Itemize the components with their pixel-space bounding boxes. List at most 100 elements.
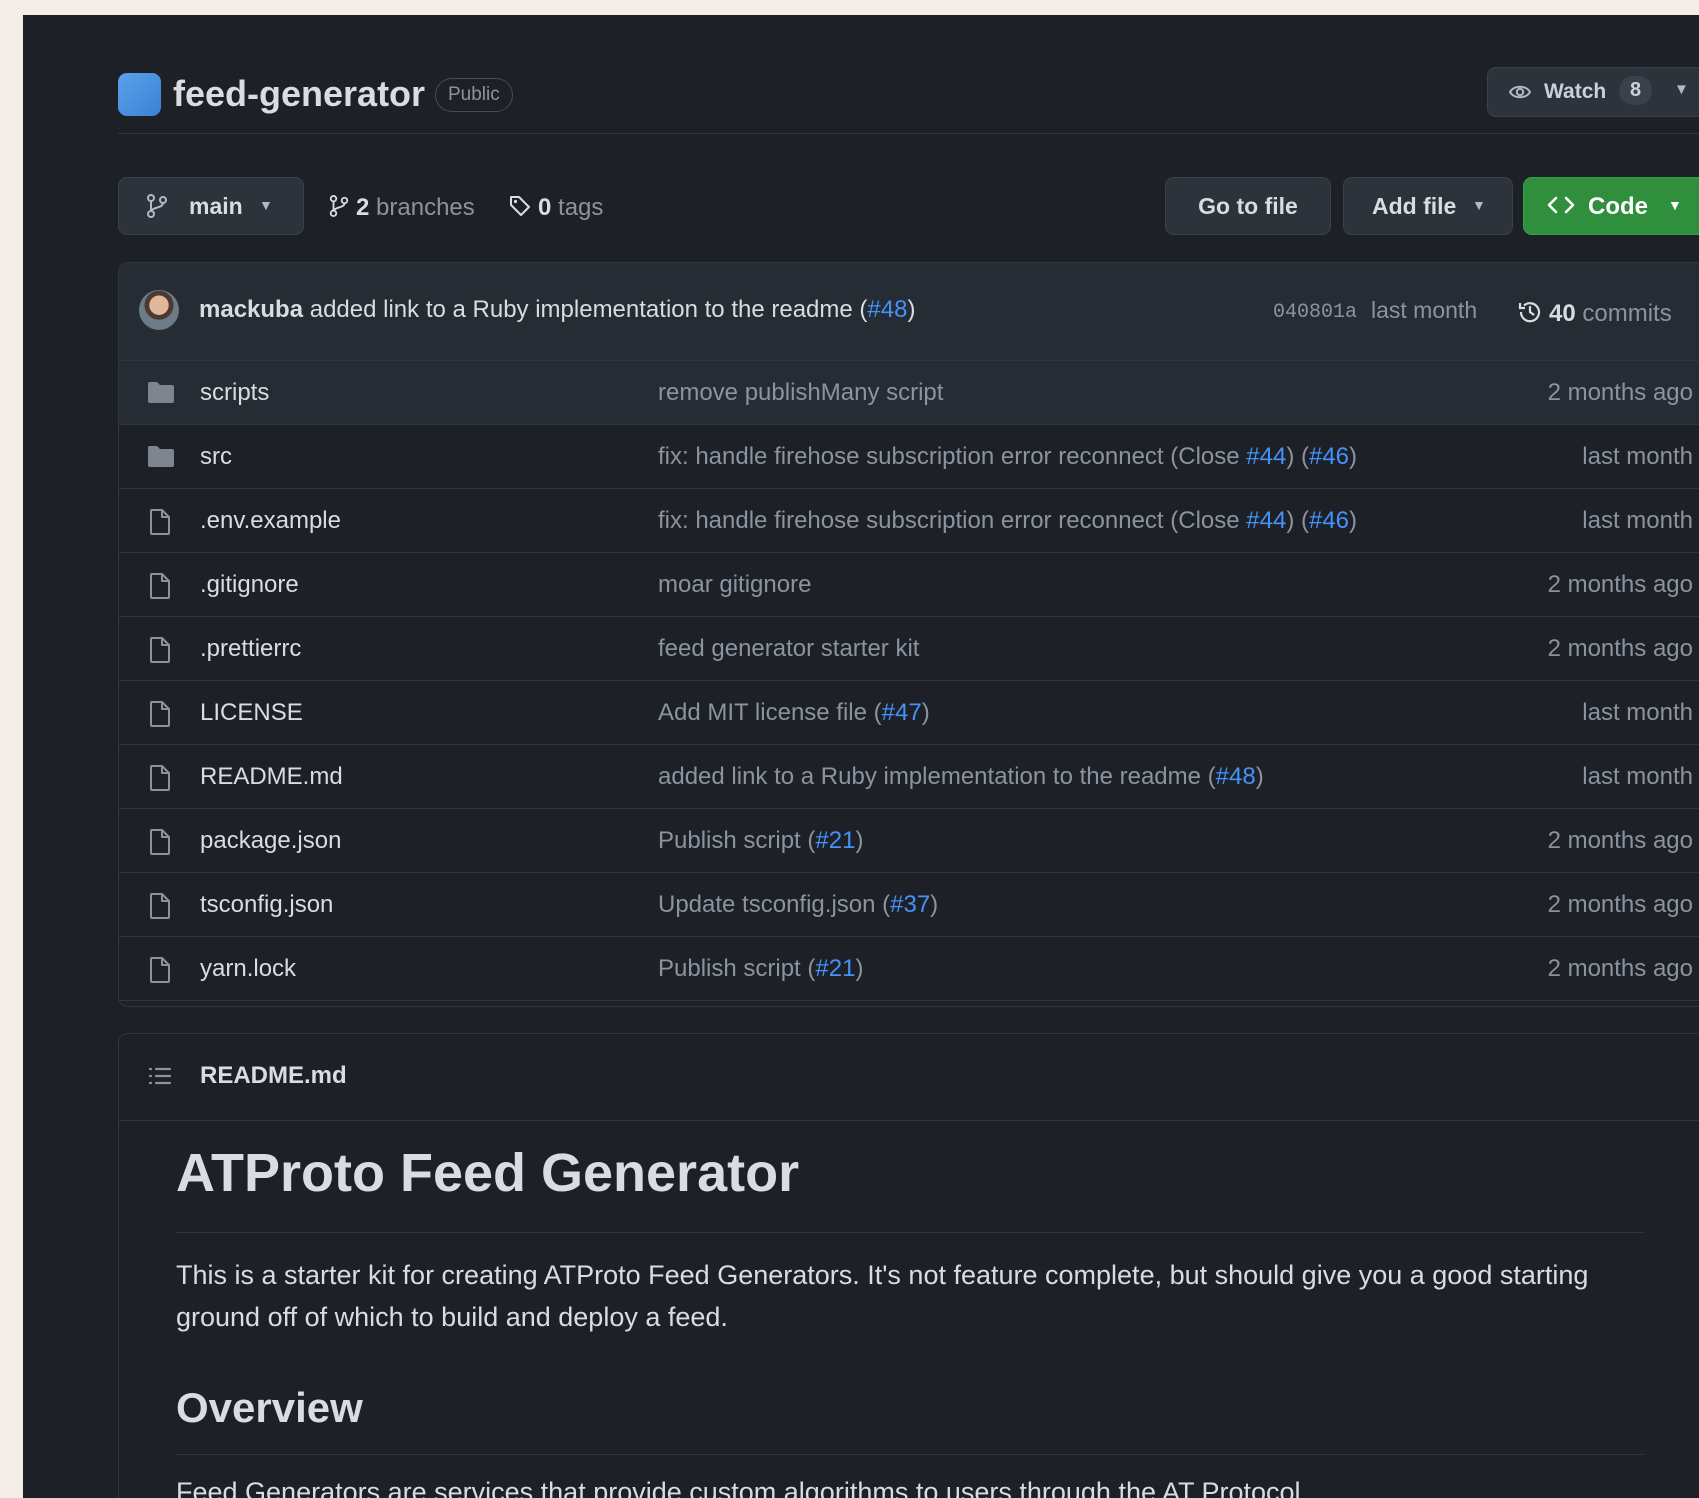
eye-icon [1508, 81, 1532, 109]
file-row[interactable]: .gitignore moar gitignore 2 months ago [119, 553, 1699, 617]
file-name[interactable]: .prettierrc [200, 635, 301, 663]
commit-link[interactable]: fix: handle firehose subscription error … [658, 507, 1246, 534]
file-icon [147, 572, 173, 605]
pr-link[interactable]: #48 [1216, 763, 1256, 790]
readme-divider [176, 1454, 1644, 1455]
visibility-badge: Public [435, 78, 513, 112]
file-commit-message: feed generator starter kit [658, 635, 919, 663]
watch-count: 8 [1619, 76, 1653, 105]
watch-button[interactable]: Watch 8 ▼ [1487, 67, 1699, 117]
msg-text: ) [930, 891, 939, 918]
commit-author[interactable]: mackuba [199, 296, 303, 323]
repo-header: feed-generator Public Watch 8 ▼ [118, 43, 1699, 117]
msg-text: ) [1255, 763, 1264, 790]
commit-sha[interactable]: 040801a [1273, 301, 1357, 324]
pr-link[interactable]: #21 [815, 955, 855, 982]
file-icon [147, 956, 173, 989]
commit-text[interactable]: added link to a Ruby implementation to t… [310, 296, 853, 323]
commit-link[interactable]: Update tsconfig.json ( [658, 891, 890, 918]
pr-link[interactable]: #44 [1246, 507, 1286, 534]
readme-filename[interactable]: README.md [200, 1062, 347, 1090]
commit-link[interactable]: Add MIT license file ( [658, 699, 882, 726]
commit-pr-link[interactable]: #48 [867, 296, 907, 323]
file-name[interactable]: src [200, 443, 232, 471]
file-icon [147, 892, 173, 925]
pr-link[interactable]: #47 [882, 699, 922, 726]
msg-text: ) [1349, 507, 1358, 534]
file-row[interactable]: package.json Publish script (#21) 2 months… [119, 809, 1699, 873]
caret-down-icon: ▼ [259, 197, 273, 213]
pr-link[interactable]: #46 [1309, 507, 1349, 534]
file-row[interactable]: scripts remove publishMany script 2 months… [119, 361, 1699, 425]
pr-link[interactable]: #44 [1246, 443, 1286, 470]
tag-icon [508, 196, 532, 224]
readme-title: ATProto Feed Generator [176, 1143, 800, 1203]
branch-name: main [189, 193, 243, 219]
commit-message: mackuba added link to a Ruby implementat… [199, 296, 915, 324]
repo-page: feed-generator Public Watch 8 ▼ main ▼ 2… [23, 15, 1699, 1498]
pr-link[interactable]: #46 [1309, 443, 1349, 470]
go-to-file-button[interactable]: Go to file [1165, 177, 1331, 235]
commit-link[interactable]: fix: handle firehose subscription error … [658, 443, 1246, 470]
file-name[interactable]: .gitignore [200, 571, 299, 599]
file-row[interactable]: src fix: handle firehose subscription err… [119, 425, 1699, 489]
msg-text: ) [855, 955, 864, 982]
file-commit-message: Update tsconfig.json (#37) [658, 891, 938, 919]
pr-link[interactable]: #37 [890, 891, 930, 918]
commits-link[interactable]: 40 commits [1517, 295, 1672, 328]
file-commit-message: fix: handle firehose subscription error … [658, 443, 1357, 471]
file-row[interactable]: LICENSE Add MIT license file (#47) last mo… [119, 681, 1699, 745]
file-row[interactable]: .env.example fix: handle firehose subscri… [119, 489, 1699, 553]
file-commit-message: moar gitignore [658, 571, 811, 599]
file-age: last month [1582, 507, 1693, 534]
commit-link[interactable]: added link to a Ruby implementation to t… [658, 763, 1216, 790]
branch-selector[interactable]: main ▼ [118, 177, 304, 235]
commit-link[interactable]: feed generator starter kit [658, 635, 919, 662]
repo-owner-avatar[interactable] [118, 73, 161, 116]
file-age: 2 months ago [1547, 571, 1693, 598]
branches-count: 2 [356, 194, 370, 221]
file-name[interactable]: .env.example [200, 507, 341, 535]
file-name[interactable]: package.json [200, 827, 341, 855]
file-age: 2 months ago [1547, 827, 1693, 854]
file-icon [147, 764, 173, 797]
readme-header: README.md [119, 1034, 1699, 1121]
file-name[interactable]: yarn.lock [200, 955, 296, 983]
file-icon [147, 700, 173, 733]
branches-link[interactable]: 2 branches [328, 191, 475, 222]
branches-label: branches [376, 194, 475, 221]
readme-overview-text: Feed Generators are services that provid… [176, 1477, 1309, 1498]
author-avatar[interactable] [139, 290, 179, 330]
file-icon [147, 636, 173, 669]
pr-link[interactable]: #21 [815, 827, 855, 854]
file-age: last month [1582, 699, 1693, 726]
commit-link[interactable]: remove publishMany script [658, 379, 943, 406]
msg-text: ) [921, 699, 930, 726]
header-divider [118, 133, 1699, 134]
close-paren: ) [907, 296, 916, 323]
file-age: last month [1582, 763, 1693, 790]
caret-down-icon: ▼ [1674, 81, 1689, 98]
file-row[interactable]: README.md added link to a Ruby implementa… [119, 745, 1699, 809]
file-name[interactable]: LICENSE [200, 699, 303, 727]
add-file-button[interactable]: Add file ▼ [1343, 177, 1513, 235]
msg-text: ) [1349, 443, 1358, 470]
file-name[interactable]: scripts [200, 379, 269, 407]
file-row[interactable]: .prettierrc feed generator starter kit 2 m… [119, 617, 1699, 681]
commit-link[interactable]: Publish script ( [658, 827, 815, 854]
commit-link[interactable]: Publish script ( [658, 955, 815, 982]
file-commit-message: Publish script (#21) [658, 955, 863, 983]
folder-icon [147, 444, 175, 473]
readme-overview-heading: Overview [176, 1384, 363, 1431]
repo-name[interactable]: feed-generator [173, 73, 425, 115]
readme-divider [176, 1232, 1644, 1233]
tags-link[interactable]: 0 tags [508, 191, 603, 222]
file-name[interactable]: tsconfig.json [200, 891, 333, 919]
code-button[interactable]: Code ▼ [1523, 177, 1699, 235]
file-name[interactable]: README.md [200, 763, 343, 791]
file-row[interactable]: yarn.lock Publish script (#21) 2 months ag… [119, 937, 1699, 1001]
list-icon[interactable] [147, 1064, 173, 1093]
commit-link[interactable]: moar gitignore [658, 571, 811, 598]
file-row[interactable]: tsconfig.json Update tsconfig.json (#37) 2… [119, 873, 1699, 937]
branch-icon [145, 193, 169, 225]
